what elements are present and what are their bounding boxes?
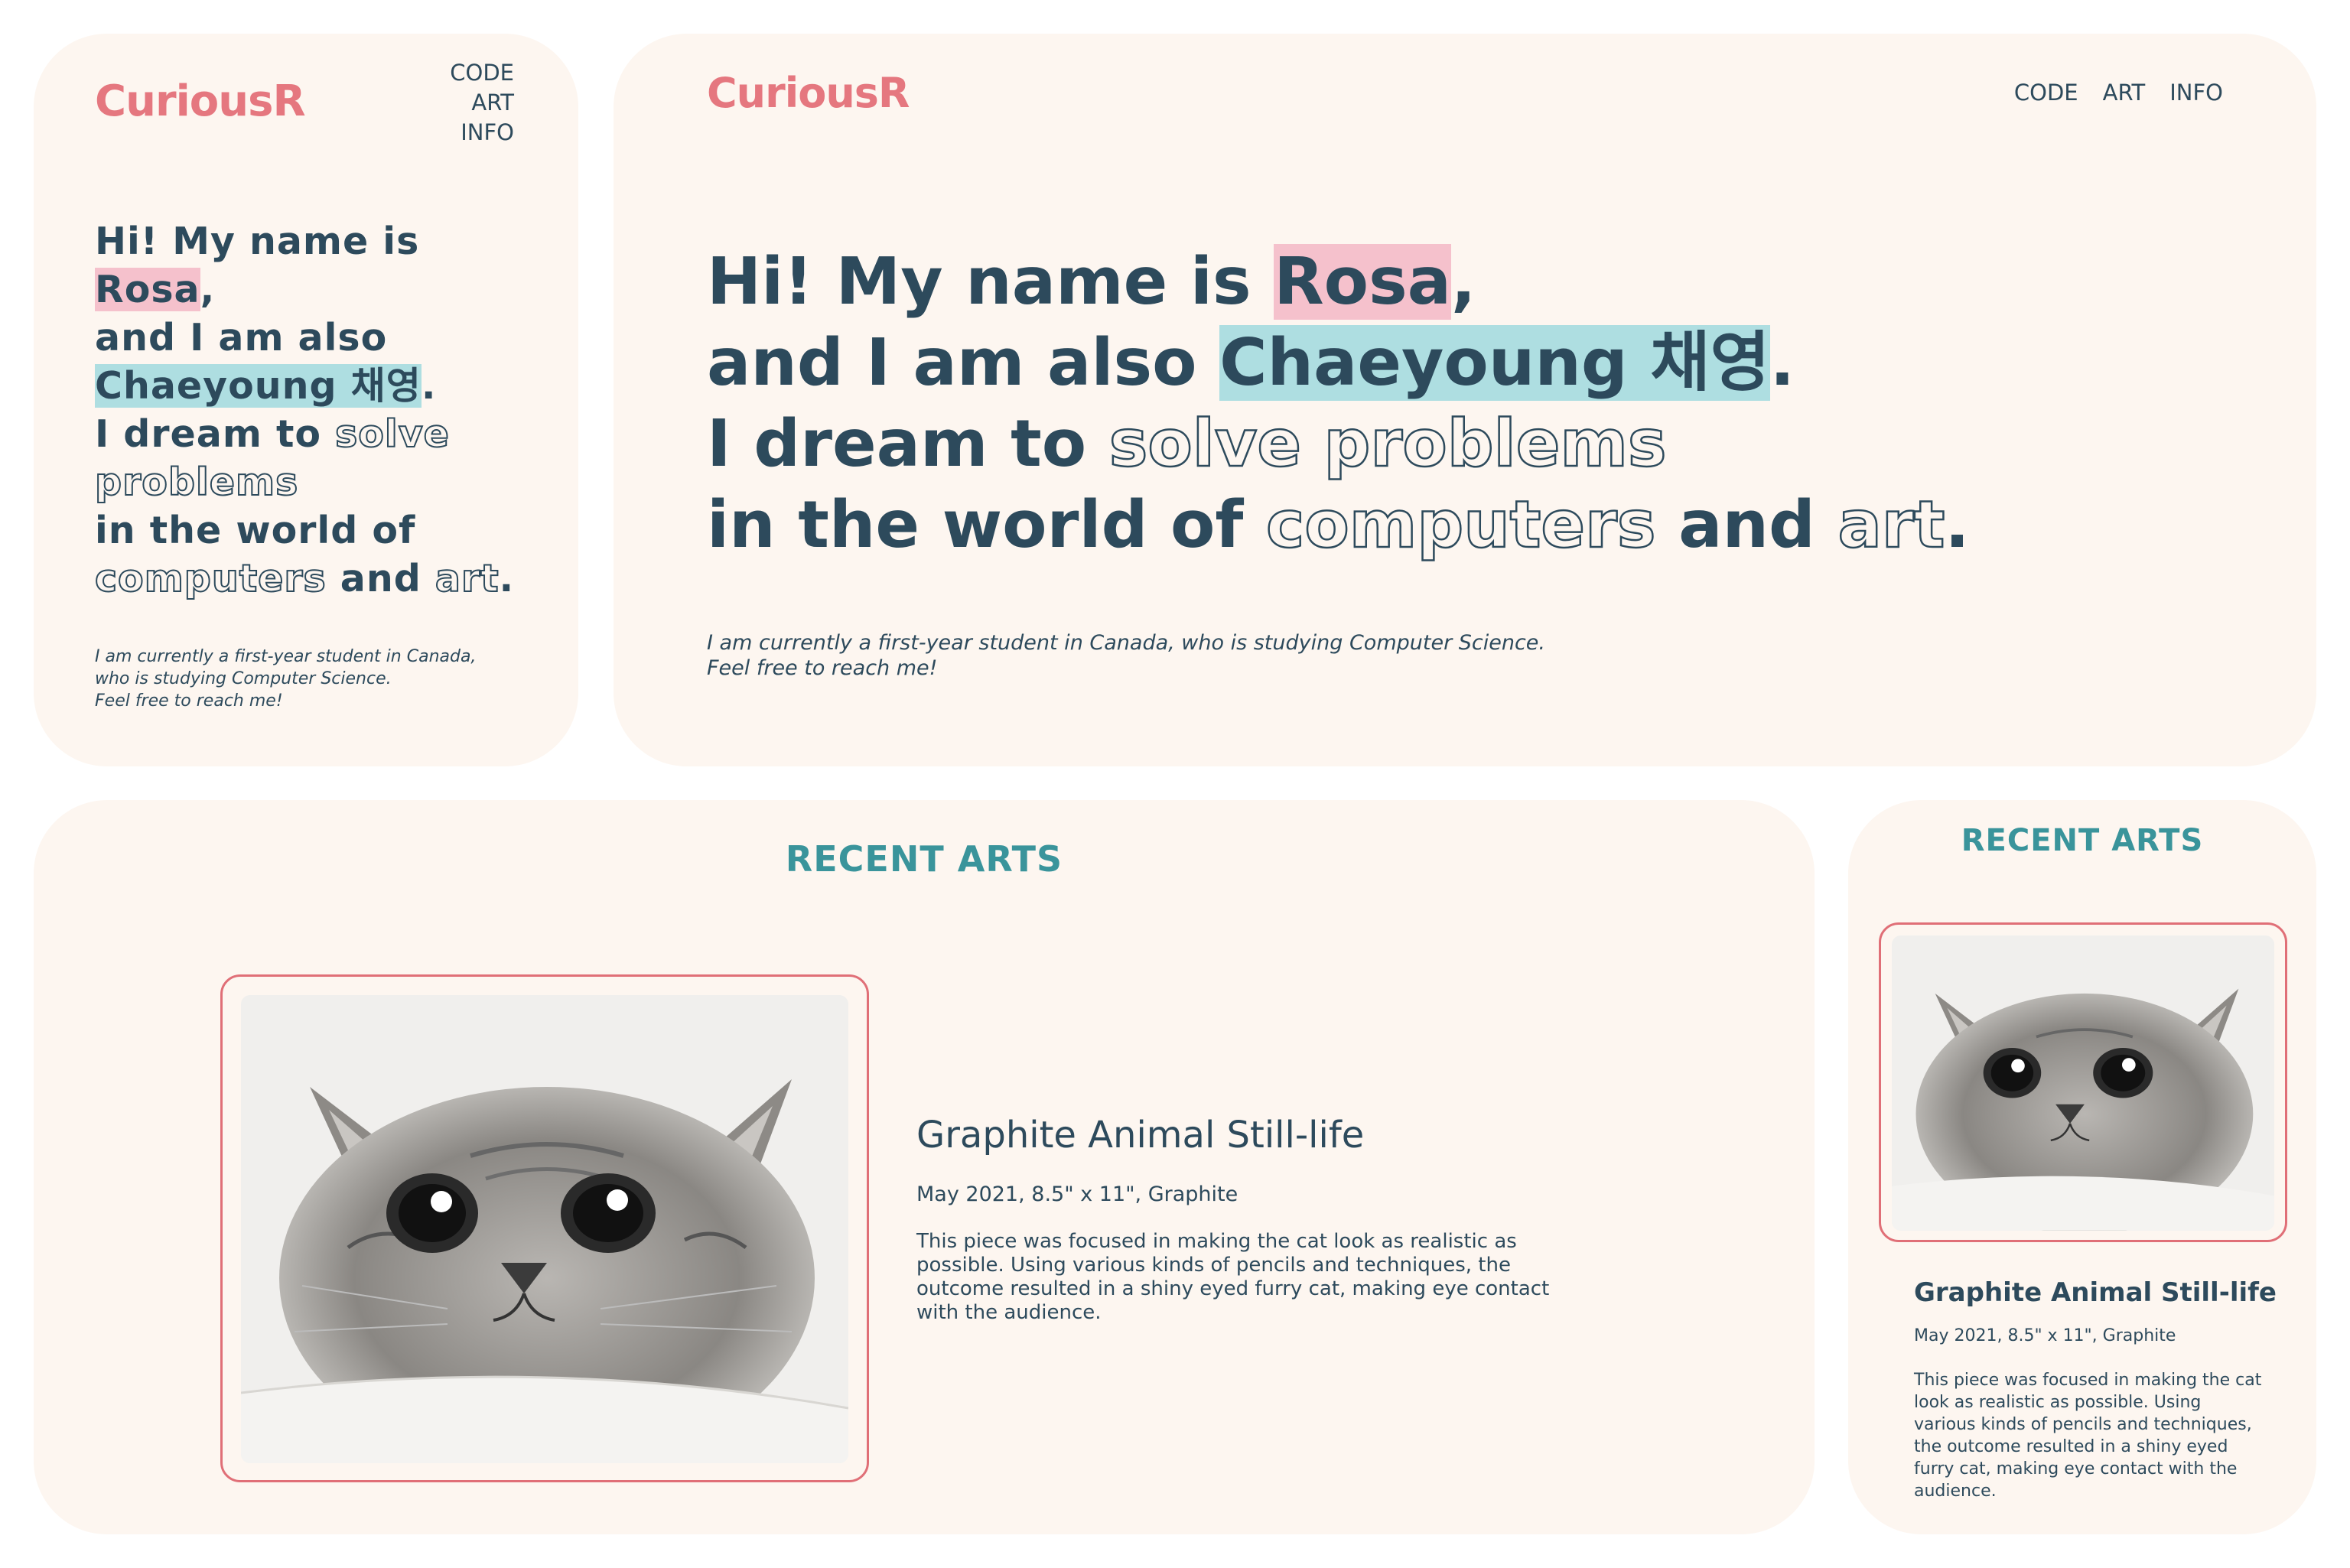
logo[interactable]: CuriousR (707, 69, 910, 117)
nav-code-link[interactable]: CODE (450, 58, 514, 88)
period-end: . (499, 557, 515, 600)
alt-name-highlight: Chaeyoung 채영 (95, 364, 422, 408)
comma: , (1451, 244, 1476, 320)
period-end: . (1945, 487, 1970, 563)
mobile-recent-arts-panel: RECENT ARTS Graphite Animal Still-life M… (1848, 800, 2316, 1534)
art-card-frame[interactable] (1879, 922, 2287, 1242)
art-meta: May 2021, 8.5" x 11", Graphite (1914, 1326, 2176, 1345)
name-highlight: Rosa (1274, 244, 1452, 320)
intro-line: Feel free to reach me! (95, 691, 283, 711)
cat-drawing-svg (1892, 935, 2274, 1231)
and-word: and (326, 557, 435, 600)
cat-drawing-image[interactable] (1892, 935, 2274, 1231)
art-description: This piece was focused in making the cat… (916, 1230, 1550, 1324)
mobile-headline: Hi! My name is Rosa, and I am also Chaey… (94, 217, 569, 603)
mobile-intro: I am currently a first-year student in C… (95, 646, 476, 712)
mobile-nav: CODE ART INFO (450, 58, 514, 148)
desktop-hero-panel: CuriousR CODE ART INFO Hi! My name is Ro… (614, 34, 2316, 766)
art-title: Graphite Animal Still-life (1914, 1277, 2277, 1308)
outline-computers: computers (1265, 486, 1657, 564)
desktop-nav: CODE ART INFO (2014, 80, 2223, 106)
and-word: and (1655, 487, 1838, 563)
outline-problems: problems (94, 460, 299, 505)
headline-dream: I dream to (707, 406, 1109, 482)
art-title: Graphite Animal Still-life (916, 1114, 1365, 1156)
nav-code-link[interactable]: CODE (2014, 80, 2078, 106)
comma: , (200, 268, 216, 311)
period: . (421, 364, 437, 408)
headline-dream: I dream to (95, 412, 336, 456)
name-highlight: Rosa (95, 268, 200, 311)
recent-arts-heading: RECENT ARTS (785, 838, 1063, 880)
desktop-headline: Hi! My name is Rosa, and I am also Chaey… (707, 242, 2237, 566)
art-description: This piece was focused in making the cat… (1914, 1371, 2262, 1501)
outline-computers: computers (94, 556, 327, 601)
logo[interactable]: CuriousR (95, 76, 306, 126)
headline-world: in the world of (95, 509, 416, 552)
nav-art-link[interactable]: ART (450, 88, 514, 118)
nav-art-link[interactable]: ART (2103, 80, 2146, 106)
outline-solve-problems: solve problems (1108, 405, 1668, 483)
art-card-frame[interactable] (220, 974, 869, 1482)
cat-drawing-svg (241, 995, 848, 1463)
headline-also: and I am also (95, 316, 388, 359)
desktop-recent-arts-panel: RECENT ARTS Graphite Animal Still-life M… (34, 800, 1815, 1534)
cat-drawing-image[interactable] (241, 995, 848, 1463)
outline-art: art (1837, 486, 1945, 564)
headline-intro: Hi! My name is (95, 220, 420, 263)
recent-arts-heading: RECENT ARTS (1961, 823, 2204, 858)
intro-line: who is studying Computer Science. (95, 669, 392, 688)
headline-intro: Hi! My name is (707, 244, 1274, 320)
headline-also: and I am also (707, 325, 1220, 401)
outline-solve: solve (334, 412, 450, 457)
intro-line: I am currently a first-year student in C… (95, 647, 477, 666)
headline-world: in the world of (707, 487, 1267, 563)
intro-line: Feel free to reach me! (707, 656, 938, 680)
mobile-hero-panel: CuriousR CODE ART INFO Hi! My name is Ro… (34, 34, 578, 766)
intro-line: I am currently a first-year student in C… (707, 631, 1546, 655)
art-meta: May 2021, 8.5" x 11", Graphite (916, 1183, 1238, 1206)
nav-info-link[interactable]: INFO (2169, 80, 2223, 106)
alt-name-highlight: Chaeyoung 채영 (1219, 325, 1770, 401)
desktop-intro: I am currently a first-year student in C… (707, 630, 1545, 681)
nav-info-link[interactable]: INFO (450, 118, 514, 148)
period: . (1769, 325, 1795, 401)
outline-art: art (435, 556, 500, 601)
